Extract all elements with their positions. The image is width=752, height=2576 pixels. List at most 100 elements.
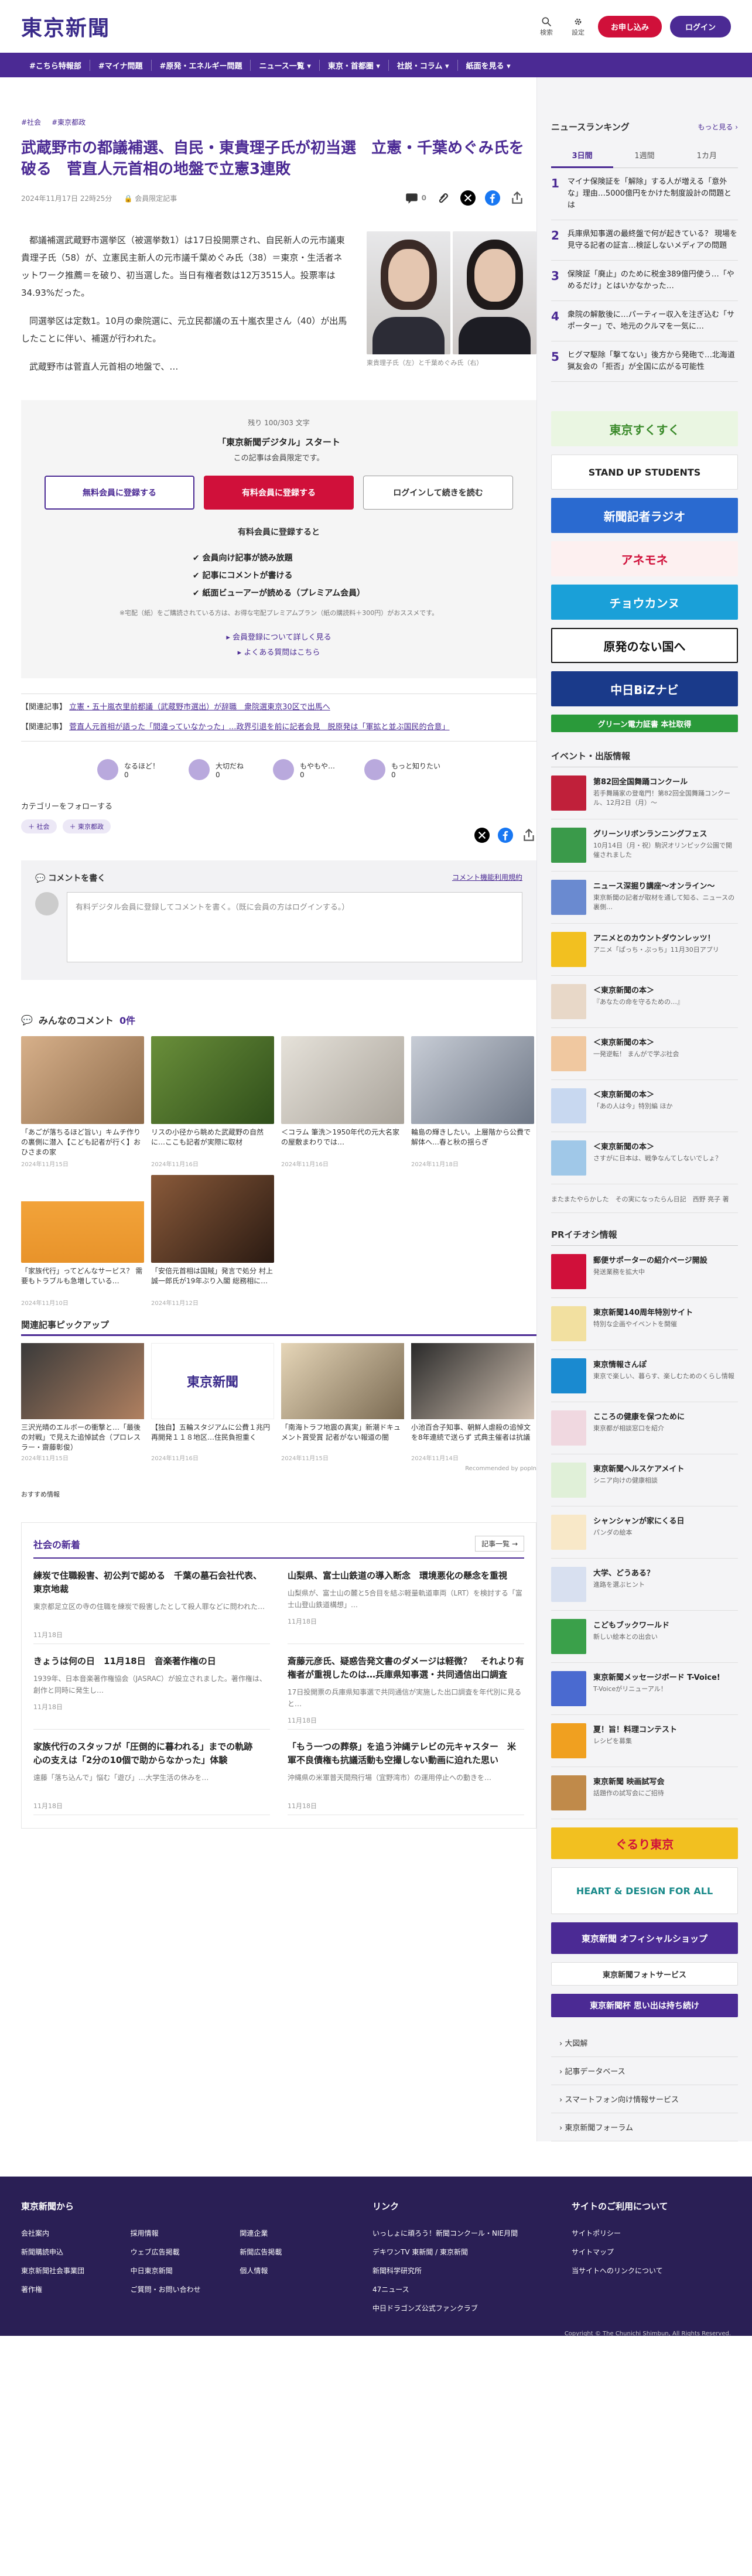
event-item[interactable]: ＜東京新聞の本＞ さすがに日本は、戦争なんてしないでしょ？ — [551, 1132, 738, 1184]
promo-banner[interactable]: 東京すくすく — [551, 411, 738, 446]
promo-banner[interactable]: STAND UP STUDENTS — [551, 455, 738, 490]
event-item[interactable]: ＜東京新聞の本＞ 「あの人は今」特別編 ほか — [551, 1080, 738, 1132]
side-banner[interactable]: HEART & DESIGN FOR ALL — [551, 1867, 738, 1914]
comment-terms-link[interactable]: コメント機能利用規約 — [452, 872, 522, 884]
side-banner[interactable]: ぐるり東京 — [551, 1827, 738, 1859]
footer-link[interactable]: 採用情報 — [131, 2224, 240, 2243]
event-item[interactable]: アニメとのカウントダウンレッツ！ アニメ「ぱっち・ぷっち」11月30日アプリ — [551, 924, 738, 976]
ranking-item[interactable]: 3 保険証「廃止」のために税金389億円使う…「やめるだけ」とはいかなかった… — [551, 261, 738, 301]
pr-item[interactable]: シャンシャンが家にくる日 パンダの絵本 — [551, 1506, 738, 1559]
pickup-card[interactable]: 三沢光晴のエルボーの衝撃と…「最後の対戦」で見えた追悼試合（プロレスラー・齋藤彰… — [21, 1343, 144, 1462]
membership-details-link[interactable]: ▸ 会員登録について詳しく見る — [45, 630, 513, 645]
paid-register-button[interactable]: 有料会員に登録する — [204, 476, 354, 510]
nav-item-tokyo[interactable]: 東京・首都圏 ▾ — [320, 59, 389, 71]
footer-link[interactable]: サイトポリシー — [572, 2224, 724, 2243]
event-item[interactable]: ＜東京新聞の本＞ 『あなたの命を守るための…』 — [551, 976, 738, 1028]
news-item[interactable]: 斎藤元彦氏、疑惑告発文書のダメージは軽微？ それより有権者が重視したのは…兵庫県… — [288, 1644, 524, 1730]
tag-link[interactable]: #社会 — [21, 117, 41, 127]
footer-link[interactable]: いっしょに頑ろう！新聞コンクール・NIE月間 — [372, 2224, 548, 2243]
share-icon[interactable] — [521, 828, 536, 843]
nav-item-editorial[interactable]: 社説・コラム ▾ — [389, 59, 458, 71]
login-button[interactable]: ログイン — [669, 15, 731, 37]
ranking-item[interactable]: 5 ヒグマ駆除「撃てない」後方から発砲で…北海道猟友会の「拒否」が全国に広がる可能… — [551, 341, 738, 382]
login-continue-button[interactable]: ログインして続きを読む — [363, 476, 513, 510]
footer-link[interactable]: 47ニュース — [372, 2280, 548, 2299]
nav-item-paper[interactable]: 紙面を見る ▾ — [458, 60, 519, 71]
comment-card[interactable]: 「家族代行」ってどんなサービス？ 需要もトラブルも急増している… 2024年11月… — [21, 1175, 144, 1307]
promo-banner[interactable]: 中日BiZナビ — [551, 671, 738, 706]
footer-link[interactable]: 関連企業 — [240, 2224, 349, 2243]
reaction-button[interactable]: もやもや… 0 — [273, 759, 335, 780]
nav-item-tokuhobu[interactable]: #こちら特報部 — [21, 59, 90, 71]
pr-item[interactable]: 東京新聞メッセージボード T-Voice! T-Voiceがリニューアル！ — [551, 1663, 738, 1715]
news-item[interactable]: 山梨県、富士山鉄道の導入断念 環境悪化の懸念を重視 山梨県が、富士山の麓と5合目を… — [288, 1559, 524, 1644]
side-link[interactable]: › 東京新聞フォーラム — [551, 2113, 738, 2141]
comment-input[interactable]: 有料デジタル会員に登録してコメントを書く。（既に会員の方はログインする。） — [67, 892, 522, 962]
promo-banner[interactable]: グリーン電力証書 本社取得 — [551, 715, 738, 732]
reaction-button[interactable]: もっと知りたい 0 — [364, 759, 440, 780]
footer-link[interactable]: 新聞広告掲載 — [240, 2243, 349, 2261]
promo-banner[interactable]: 新聞記者ラジオ — [551, 498, 738, 533]
footer-link[interactable]: デキワンTV 東新聞 / 東京新聞 — [372, 2243, 548, 2261]
event-item[interactable]: 第82回全国舞踊コンクール 若手舞踊家の登竜門！第82回全国舞踊コンクール、12月… — [551, 767, 738, 819]
related-link[interactable]: 菅直人元首相が語った「間違っていなかった」…政界引退を前に記者会見 脱原発は「軍… — [69, 723, 449, 732]
promo-banner[interactable]: チョウカンヌ — [551, 585, 738, 620]
ranking-more-link[interactable]: もっと見る › — [698, 122, 738, 132]
news-item[interactable]: 練炭で住職殺害、初公判で認める 千葉の墓石会社代表、東京地裁 東京都足立区の寺の住… — [33, 1559, 270, 1644]
pickup-card[interactable]: 「南海トラフ地震の真実」新潮ドキュメント賞受賞 記者がない報道の闇 2024年11… — [281, 1343, 404, 1462]
nav-item-myna[interactable]: #マイナ問題 — [90, 59, 152, 71]
free-register-button[interactable]: 無料会員に登録する — [45, 476, 195, 510]
event-item[interactable]: またまたやらかした その実になったらん日記 西野 亮子 著 — [551, 1184, 738, 1213]
footer-link[interactable]: 会社案内 — [21, 2224, 131, 2243]
event-item[interactable]: ＜東京新聞の本＞ 一発逆転！ まんがで学ぶ社会 — [551, 1028, 738, 1080]
news-more-button[interactable]: 記事一覧 → — [475, 1536, 524, 1552]
footer-link[interactable]: 東京新聞社会事業団 — [21, 2261, 131, 2280]
footer-link[interactable]: 新聞購読申込 — [21, 2243, 131, 2261]
ranking-item[interactable]: 1 マイナ保険証を「解除」する人が増える「意外な」理由…5000億円をかけた制度設… — [551, 168, 738, 220]
pr-item[interactable]: 東京新聞ヘルスケアメイト シニア向けの健康相談 — [551, 1454, 738, 1506]
footer-link[interactable]: 中日東京新聞 — [131, 2261, 240, 2280]
facebook-share-icon[interactable] — [485, 190, 500, 206]
side-link[interactable]: › スマートフォン向け情報サービス — [551, 2085, 738, 2113]
x-share-icon[interactable] — [460, 190, 476, 206]
news-item[interactable]: 「もう一つの葬祭」を追う沖縄テレビの元キャスター 米軍不良債権も抗議活動も空撮し… — [288, 1730, 524, 1815]
follow-chip[interactable]: ＋ 社会 — [21, 819, 57, 833]
nav-item-news-list[interactable]: ニュース一覧 ▾ — [251, 59, 320, 71]
ranking-item[interactable]: 4 衆院の解散後に…パーティー収入を注ぎ込む「サポーター」で、地元のクルマを一気に… — [551, 301, 738, 341]
footer-link[interactable]: 新聞科学研究所 — [372, 2261, 548, 2280]
pr-item[interactable]: こどもブックワールド 新しい絵本との出会い — [551, 1611, 738, 1663]
footer-link[interactable]: ご質問・お問い合わせ — [131, 2280, 240, 2299]
side-link[interactable]: › 大図解 — [551, 2029, 738, 2057]
pr-item[interactable]: 東京新聞140周年特別サイト 特別な企画やイベントを開催 — [551, 1298, 738, 1350]
side-link[interactable]: › 記事データベース — [551, 2057, 738, 2085]
footer-link[interactable]: ウェブ広告掲載 — [131, 2243, 240, 2261]
promo-banner[interactable]: 原発のない国へ — [551, 628, 738, 663]
comment-card[interactable]: ＜コラム 筆洗＞1950年代の元大名家の屋敷まわりでは… 2024年11月16日 — [281, 1036, 404, 1168]
footer-link[interactable]: 当サイトへのリンクについて — [572, 2261, 724, 2280]
pickup-card[interactable]: 東京新聞 【独自】五輪スタジアムに公費１兆円 再開発１１８地区…住民負担重く 202… — [151, 1343, 274, 1462]
ranking-item[interactable]: 2 兵庫県知事選の最終盤で何が起きている？ 現場を見守る記者の証言…検証しないメデ… — [551, 220, 738, 261]
side-banner[interactable]: 東京新聞フォトサービス — [551, 1962, 738, 1986]
search-button[interactable]: 検索 — [535, 16, 558, 37]
side-banner[interactable]: 東京新聞杯 思い出は持ち続け — [551, 1994, 738, 2017]
pr-item[interactable]: 郵便サポーターの紹介ページ開設 発送業務を拡大中 — [551, 1246, 738, 1298]
related-link[interactable]: 立憲・五十嵐衣里前都議（武蔵野市選出）が辞職 衆院選東京30区で出馬へ — [69, 703, 330, 712]
comment-card[interactable]: 輪島の輝きしたい。上層階から公費で解体へ…春と秋の揺らぎ 2024年11月18日 — [411, 1036, 534, 1168]
pr-item[interactable]: 夏！旨！料理コンテスト レシピを募集 — [551, 1715, 738, 1767]
pr-item[interactable]: 東京情報さんぽ 東京で楽しい、暮らす、楽しむためのくらし情報 — [551, 1350, 738, 1402]
comment-card[interactable]: リスの小径から眺めた武蔵野の自然に…ここも記者が実際に取材 2024年11月16日 — [151, 1036, 274, 1168]
faq-link[interactable]: ▸ よくある質問はこちら — [45, 645, 513, 661]
tab-1week[interactable]: 1週間 — [613, 144, 676, 168]
event-item[interactable]: グリーンリボンランニングフェス 10月14日（月・祝）駒沢オリンピック公園で開催さ… — [551, 819, 738, 872]
footer-link[interactable]: 中日ドラゴンズ公式ファンクラブ — [372, 2299, 548, 2318]
tab-3days[interactable]: 3日間 — [551, 144, 614, 168]
footer-link[interactable]: 個人情報 — [240, 2261, 349, 2280]
side-banner[interactable]: 東京新聞 オフィシャルショップ — [551, 1922, 738, 1954]
clip-icon[interactable] — [436, 190, 451, 206]
reaction-button[interactable]: なるほど！ 0 — [97, 759, 159, 780]
comment-card[interactable]: 「安倍元首相は国賊」発言で処分 村上誠一郎氏が19年ぶり入閣 総務相に… 2024… — [151, 1175, 274, 1307]
pr-item[interactable]: 東京新聞 映画試写会 話題作の試写会にご招待 — [551, 1767, 738, 1819]
comment-count-button[interactable]: 0 — [404, 190, 426, 206]
pickup-card[interactable]: 小池百合子知事、朝鮮人虐殺の追悼文を8年連続で送らず 式典主催者は抗議 2024年… — [411, 1343, 534, 1462]
reaction-button[interactable]: 大切だね 0 — [189, 759, 244, 780]
